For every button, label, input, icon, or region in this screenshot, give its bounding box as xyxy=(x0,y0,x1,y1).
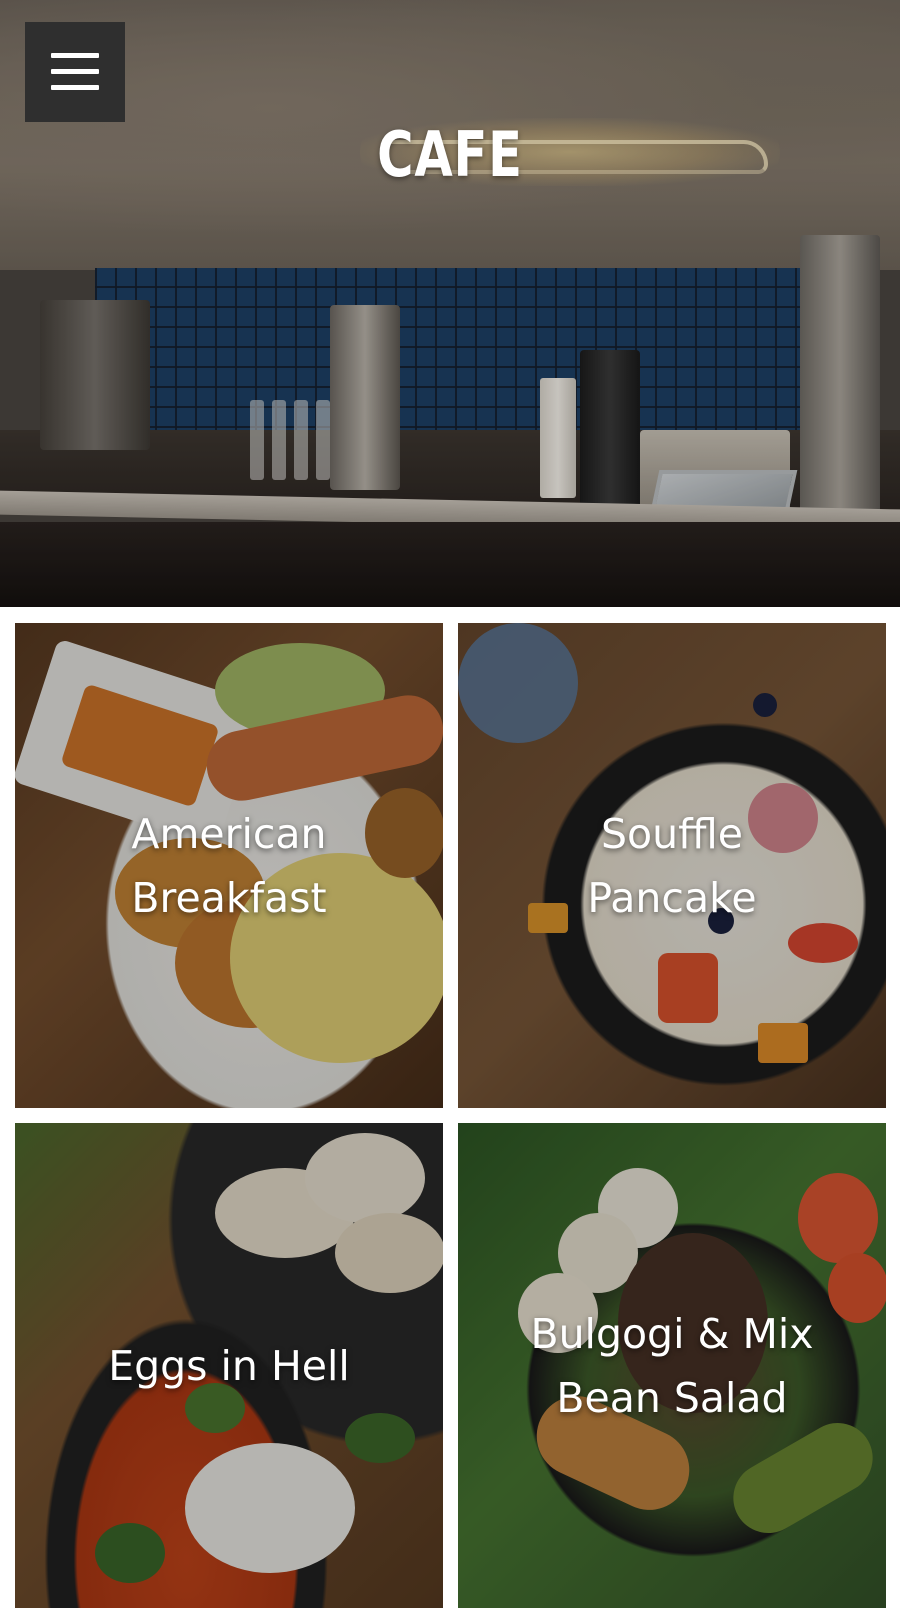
menu-card-title-line1: Bulgogi & Mix xyxy=(530,1309,814,1358)
menu-card-title-line2: Pancake xyxy=(587,873,757,922)
menu-card-title-line2: Bean Salad xyxy=(556,1373,788,1422)
menu-card-label: Bulgogi & Mix Bean Salad xyxy=(458,1123,886,1608)
menu-card-american-breakfast[interactable]: American Breakfast xyxy=(15,623,443,1108)
menu-card-label: Eggs in Hell xyxy=(15,1123,443,1608)
menu-card-title-line1: Souffle xyxy=(601,809,743,858)
menu-card-bulgogi-salad[interactable]: Bulgogi & Mix Bean Salad xyxy=(458,1123,886,1608)
menu-button[interactable] xyxy=(25,22,125,122)
brand-title: CAFE xyxy=(377,118,523,191)
menu-card-title-line1: American xyxy=(131,809,327,858)
menu-card-title-line2: Breakfast xyxy=(131,873,327,922)
hero-banner: CAFE xyxy=(0,0,900,607)
hero-shade xyxy=(0,0,900,607)
menu-card-title-line1: Eggs in Hell xyxy=(108,1341,350,1390)
menu-card-souffle-pancake[interactable]: Souffle Pancake xyxy=(458,623,886,1108)
menu-card-eggs-in-hell[interactable]: Eggs in Hell xyxy=(15,1123,443,1608)
menu-card-label: American Breakfast xyxy=(15,623,443,1108)
menu-card-label: Souffle Pancake xyxy=(458,623,886,1108)
